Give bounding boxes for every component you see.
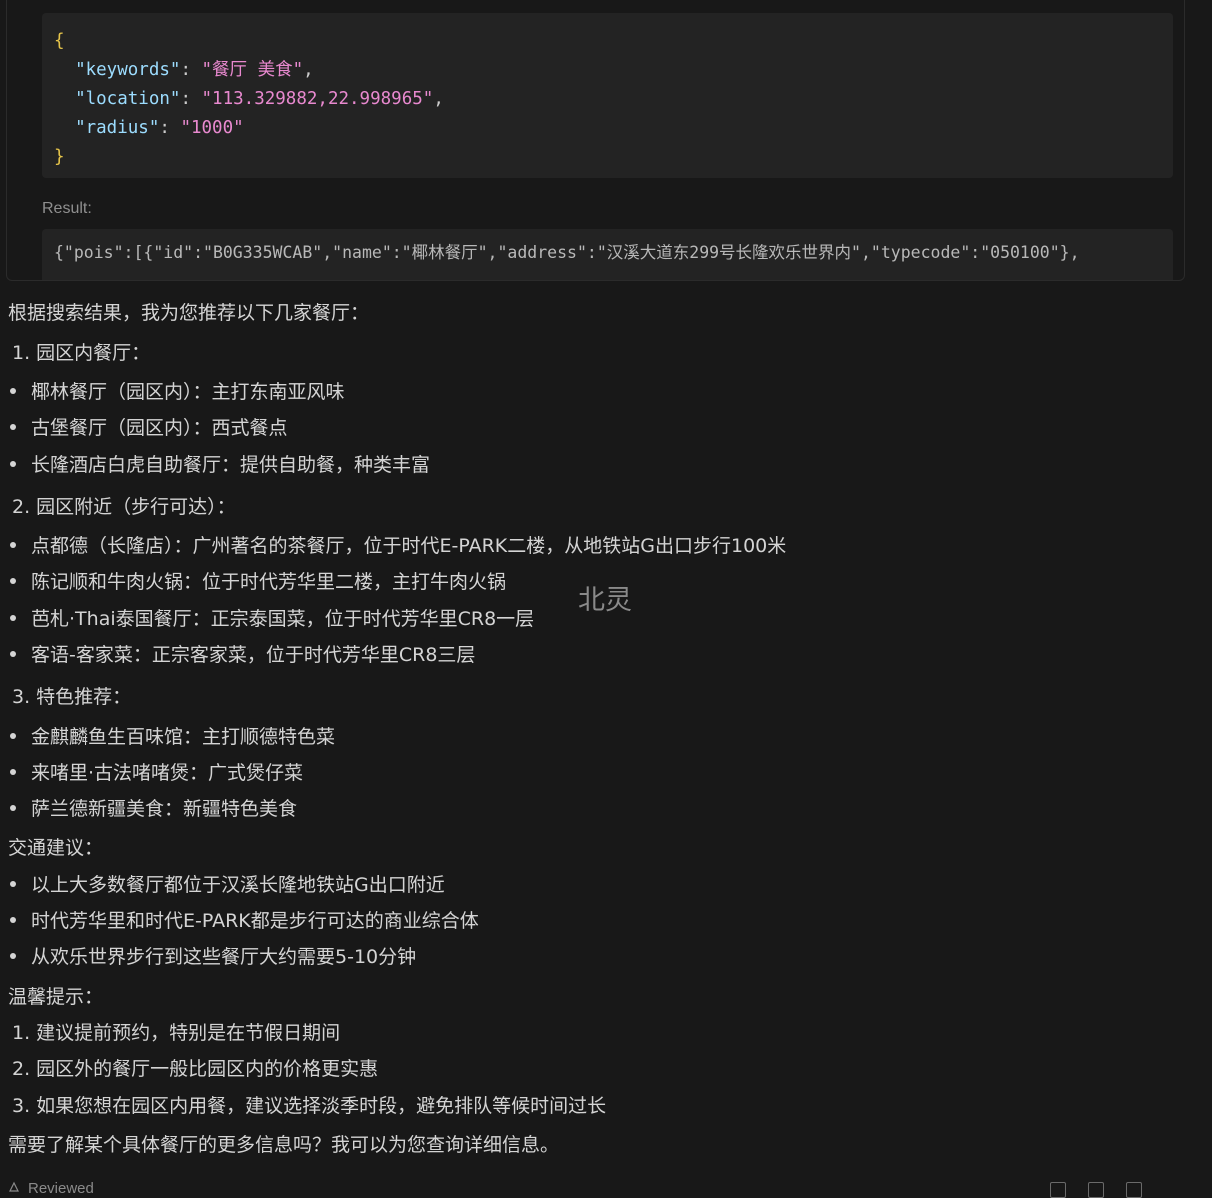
tips-title: 温馨提示： [8, 986, 104, 1008]
list-item: 来啫里·古法啫啫煲：广式煲仔菜 [10, 758, 303, 785]
section-title-nearby: 2. 园区附近（步行可达）： [12, 496, 236, 518]
tip-item: 1. 建议提前预约，特别是在节假日期间 [12, 1022, 341, 1044]
tip-item: 3. 如果您想在园区内用餐，建议选择淡季时段，避免排队等候时间过长 [12, 1095, 607, 1117]
answer-intro: 根据搜索结果，我为您推荐以下几家餐厅： [8, 302, 370, 324]
edit-icon[interactable] [1050, 1182, 1066, 1198]
review-icon [8, 1180, 20, 1192]
answer-closing: 需要了解某个具体餐厅的更多信息吗？我可以为您查询详细信息。 [8, 1134, 560, 1156]
list-item: 长隆酒店白虎自助餐厅：提供自助餐，种类丰富 [10, 450, 430, 477]
footer-label: Reviewed [28, 1180, 94, 1197]
footer-actions [1050, 1182, 1142, 1198]
list-item: 点都德（长隆店）：广州著名的茶餐厅，位于时代E-PARK二楼，从地铁站G出口步行… [10, 531, 786, 558]
tip-item: 2. 园区外的餐厅一般比园区内的价格更实惠 [12, 1058, 379, 1080]
list-item: 萨兰德新疆美食：新疆特色美食 [10, 794, 297, 821]
section-title-featured: 3. 特色推荐： [12, 686, 132, 708]
list-item: 以上大多数餐厅都位于汉溪长隆地铁站G出口附近 [10, 870, 445, 897]
transport-title: 交通建议： [8, 837, 104, 859]
more-icon[interactable] [1126, 1182, 1142, 1198]
list-item: 客语-客家菜：正宗客家菜，位于时代芳华里CR8三层 [10, 640, 475, 667]
copy-icon[interactable] [1088, 1182, 1104, 1198]
watermark: 北灵 [578, 585, 632, 616]
list-item: 时代芳华里和时代E-PARK都是步行可达的商业综合体 [10, 906, 479, 933]
list-item: 陈记顺和牛肉火锅：位于时代芳华里二楼，主打牛肉火锅 [10, 567, 506, 594]
footer-status: Reviewed [8, 1180, 94, 1197]
list-item: 芭札·Thai泰国餐厅：正宗泰国菜，位于时代芳华里CR8一层 [10, 604, 534, 631]
list-item: 金麒麟鱼生百味馆：主打顺德特色菜 [10, 722, 335, 749]
section-title-in-park: 1. 园区内餐厅： [12, 342, 151, 364]
list-item: 椰林餐厅（园区内）：主打东南亚风味 [10, 377, 345, 404]
list-item: 古堡餐厅（园区内）：西式餐点 [10, 413, 288, 440]
list-item: 从欢乐世界步行到这些餐厅大约需要5-10分钟 [10, 942, 416, 969]
